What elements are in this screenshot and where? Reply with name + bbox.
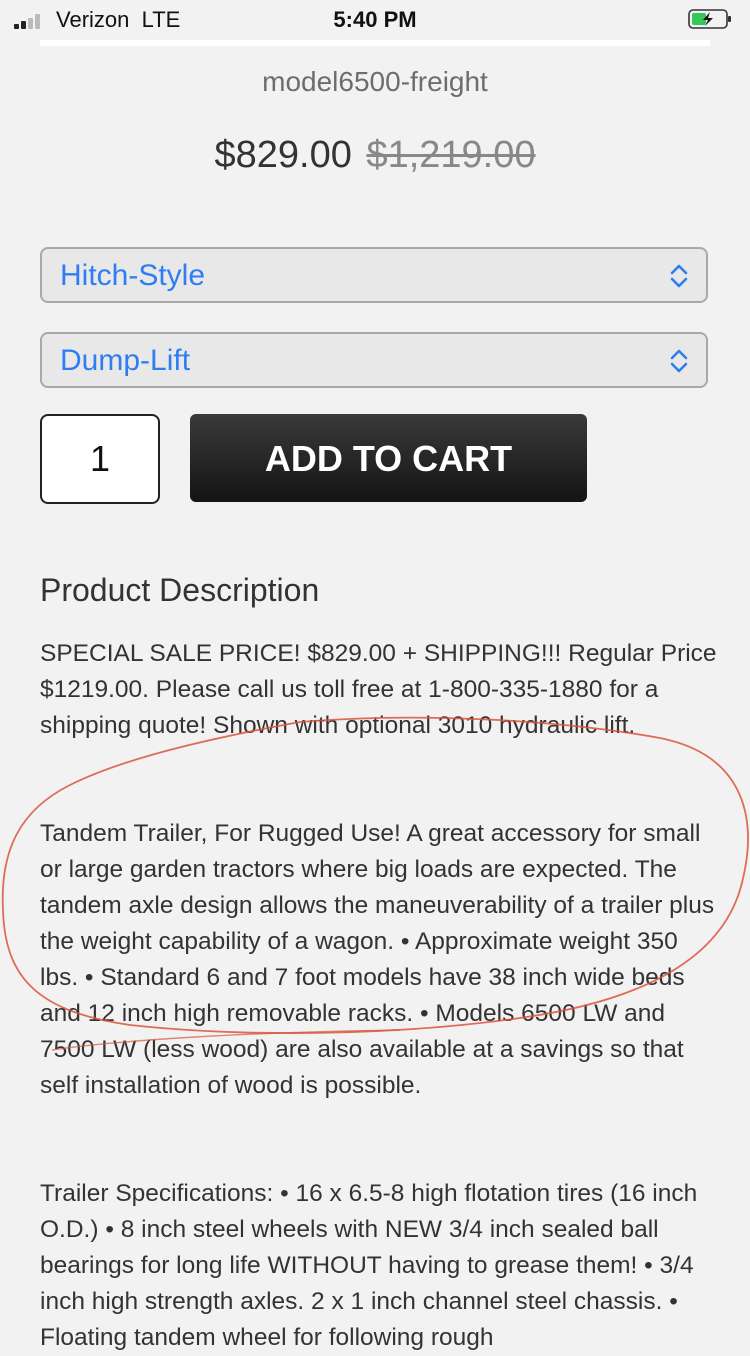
page-top-edge bbox=[40, 40, 710, 46]
status-bar: Verizon LTE 5:40 PM bbox=[0, 0, 750, 40]
description-heading: Product Description bbox=[40, 572, 320, 608]
hitch-style-select-value: Hitch-Style bbox=[60, 259, 206, 292]
quantity-input[interactable]: 1 bbox=[40, 414, 160, 504]
description-paragraph-3: Trailer Specifications: • 16 x 6.5-8 hig… bbox=[40, 1180, 698, 1351]
battery-charging-icon bbox=[688, 9, 731, 29]
original-price: $1,219.00 bbox=[366, 134, 536, 176]
sale-price: $829.00 bbox=[214, 134, 352, 176]
hitch-style-select[interactable]: Hitch-Style bbox=[40, 247, 708, 303]
product-slug: model6500-freight bbox=[262, 66, 488, 97]
chevron-updown-icon bbox=[670, 349, 688, 373]
description-paragraph-2: Tandem Trailer, For Rugged Use! A great … bbox=[40, 820, 715, 1099]
dump-lift-select-value: Dump-Lift bbox=[60, 344, 191, 377]
price-row: $829.00 $1,219.00 bbox=[0, 134, 750, 177]
clock: 5:40 PM bbox=[333, 7, 417, 32]
dump-lift-select[interactable]: Dump-Lift bbox=[40, 332, 708, 388]
chevron-updown-icon bbox=[670, 264, 688, 288]
add-to-cart-button[interactable]: ADD TO CART bbox=[190, 414, 587, 502]
description-paragraph-1: SPECIAL SALE PRICE! $829.00 + SHIPPING!!… bbox=[40, 640, 717, 739]
